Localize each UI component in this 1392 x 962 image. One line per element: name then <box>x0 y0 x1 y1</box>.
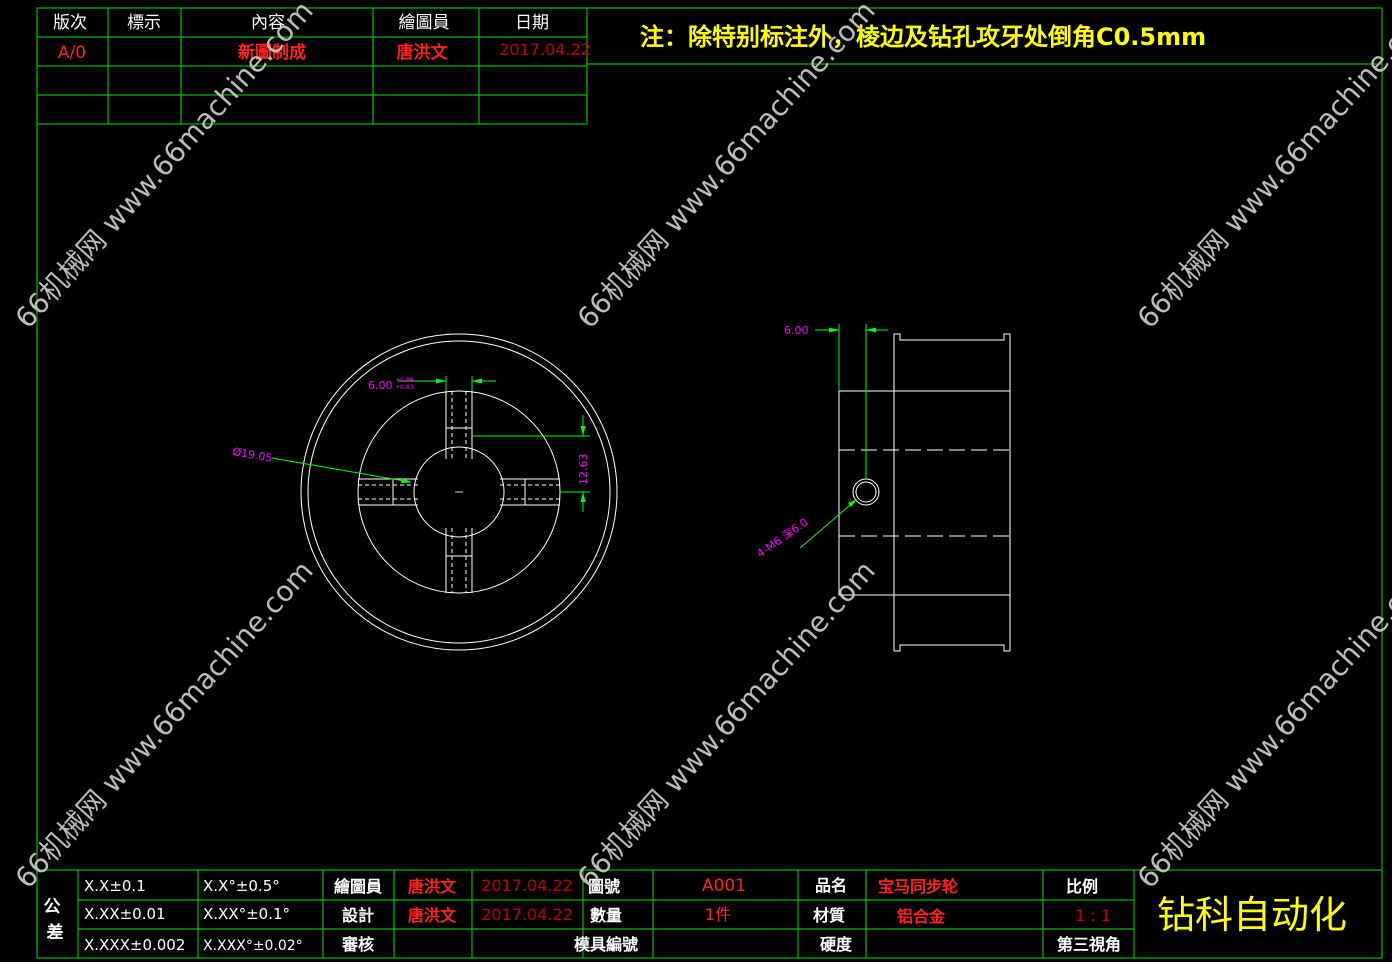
tol-angular-1: X.X°±0.5° <box>203 877 280 895</box>
side-view <box>838 333 1011 652</box>
side-dimensions: 6.00 4-M6 深6.0 <box>754 324 888 560</box>
qty-value: 1件 <box>705 905 731 924</box>
rev-header-date: 日期 <box>515 13 549 33</box>
drawing-frame <box>36 7 1383 959</box>
rev-header-drawer: 繪圖員 <box>399 13 450 33</box>
side-offset-dim: 6.00 <box>784 324 809 337</box>
tol-linear-2: X.XX±0.01 <box>84 905 166 923</box>
rev-header-mark: 標示 <box>127 13 161 33</box>
rev-row-date: 2017.04.22 <box>499 40 591 59</box>
designer-date: 2017.04.22 <box>481 905 573 924</box>
material-value: 铝合金 <box>897 907 946 926</box>
slot-right <box>500 478 560 506</box>
watermark-4: 66机械网 www.66machine.com <box>9 554 320 894</box>
scale-label: 比例 <box>1066 877 1098 896</box>
drawer-date: 2017.04.22 <box>481 876 573 895</box>
company-name: 钻科自动化 <box>1157 893 1347 937</box>
tol-angular-3: X.XXX°±0.02° <box>203 938 303 954</box>
rev-row-drawer: 唐洪文 <box>397 42 449 63</box>
review-label: 審核 <box>341 935 374 954</box>
thread-callout: 4-M6 深6.0 <box>754 516 810 561</box>
tolerance-label-char-2: 差 <box>47 922 64 943</box>
revision-table-grid <box>37 8 587 124</box>
drawer-label: 繪圖員 <box>334 877 382 896</box>
material-label: 材質 <box>813 906 845 925</box>
tol-linear-1: X.X±0.1 <box>84 877 146 895</box>
designer-label: 設計 <box>342 906 374 925</box>
qty-label: 數量 <box>590 906 622 925</box>
drawer-name: 唐洪文 <box>408 877 457 896</box>
slot-depth-dim: 12.63 <box>577 454 590 486</box>
tol-linear-3: X.XXX±0.002 <box>84 936 185 954</box>
slot-bottom <box>445 528 473 593</box>
part-name-label: 品名 <box>815 876 847 895</box>
rev-header-version: 版次 <box>53 13 87 33</box>
cad-drawing-canvas: 版次 標示 內容 繪圖員 日期 A/0 新圖制成 唐洪文 2017.04.22 … <box>9 0 1392 959</box>
drawing-no-value: A001 <box>702 876 746 896</box>
thread-hole <box>852 478 880 506</box>
bore-diameter-dim: Ø19.05 <box>231 445 273 465</box>
scale-value: 1 : 1 <box>1075 906 1111 925</box>
chamfer-note: 注：除特别标注外，棱边及钻孔攻牙处倒角C0.5mm <box>640 23 1206 51</box>
revision-table-text: 版次 標示 內容 繪圖員 日期 A/0 新圖制成 唐洪文 2017.04.22 <box>53 13 591 63</box>
hardness-label: 硬度 <box>820 935 853 954</box>
tol-angular-2: X.XX°±0.1° <box>203 905 290 923</box>
tolerance-label-char-1: 公 <box>44 897 61 917</box>
slot-top <box>445 391 473 459</box>
front-dimensions: 6.00 +0.08 +0.03 Ø19.05 12.63 <box>231 376 590 512</box>
slot-width-dim: 6.00 <box>368 379 393 392</box>
watermark-1: 66机械网 www.66machine.com <box>9 0 320 335</box>
slot-width-tol-upper: +0.08 <box>395 377 414 384</box>
rev-row-version: A/0 <box>58 43 86 63</box>
watermark-6: 66机械网 www.66machine.com <box>1131 554 1392 894</box>
projection-label: 第三視角 <box>1057 935 1121 954</box>
part-name-value: 宝马同步轮 <box>878 877 958 896</box>
slot-width-tol-lower: +0.03 <box>395 384 414 391</box>
tolerance-label: 公 差 <box>44 897 67 943</box>
slot-left <box>358 478 418 506</box>
designer-name: 唐洪文 <box>408 906 457 925</box>
watermark-5: 66机械网 www.66machine.com <box>571 554 882 894</box>
mold-no-label: 模具編號 <box>574 935 638 954</box>
watermarks: 66机械网 www.66machine.com 66机械网 www.66mach… <box>9 0 1392 895</box>
